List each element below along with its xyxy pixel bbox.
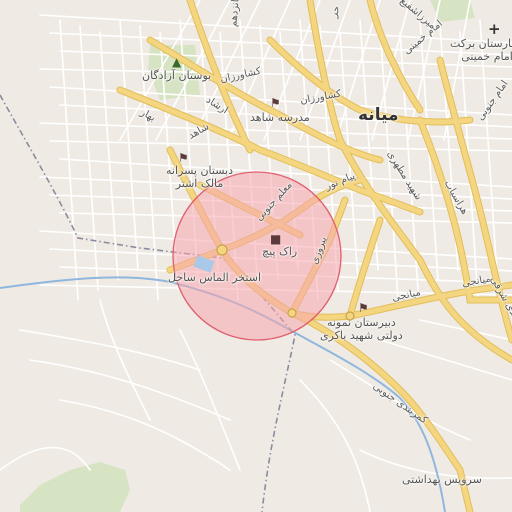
place-label[interactable]: سرویس بهداشتی	[402, 473, 482, 487]
place-label[interactable]: استخر الماس ساحل	[168, 271, 261, 285]
place-label[interactable]: بیمارستان برکت امام خمینی	[450, 37, 512, 63]
city-label[interactable]: میانه	[358, 105, 399, 126]
school-icon[interactable]: ⚑	[358, 302, 369, 314]
hospital-icon[interactable]: +	[488, 22, 501, 37]
shop-icon[interactable]: ■	[270, 233, 281, 245]
school-icon[interactable]: ⚑	[270, 97, 281, 109]
place-label[interactable]: دبستان پسرانه مالک اشتر	[166, 164, 233, 190]
school-icon[interactable]: ⚑	[178, 152, 189, 164]
place-label[interactable]: راک پیچ	[262, 245, 297, 259]
map-view[interactable]: میانه کشاورزان کشاورزان ارشاد شاهد بهار …	[0, 0, 512, 512]
place-label[interactable]: بوستان آزادگان	[142, 69, 211, 83]
roundabout	[287, 308, 297, 318]
roundabout	[216, 244, 228, 256]
place-label[interactable]: مدرسه شاهد	[250, 111, 310, 125]
tree-icon[interactable]: ▲	[172, 56, 181, 68]
place-label[interactable]: دبیرستان نمونه دولتی شهید باکری	[320, 316, 403, 342]
